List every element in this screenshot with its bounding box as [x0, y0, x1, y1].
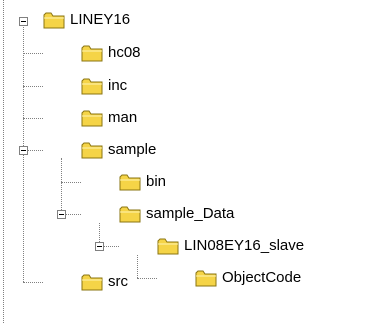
folder-tree: LINEY16 hc08 inc man sample bin sample_D…: [0, 0, 367, 323]
tree-node-label[interactable]: man: [108, 109, 137, 127]
collapse-toggle-sample-data[interactable]: [57, 210, 66, 219]
folder-icon: [195, 270, 217, 287]
tree-connector-line: [66, 214, 81, 215]
tree-node-label[interactable]: LINEY16: [70, 11, 130, 29]
tree-connector-line: [104, 246, 119, 247]
tree-node-label[interactable]: hc08: [108, 44, 141, 62]
tree-connector-line: [23, 86, 43, 87]
folder-icon: [157, 238, 179, 255]
collapse-toggle-sample[interactable]: [19, 146, 28, 155]
folder-icon: [119, 174, 141, 191]
tree-node-label[interactable]: sample_Data: [146, 205, 234, 223]
tree-connector-line: [61, 182, 81, 183]
collapse-toggle-liney16[interactable]: [19, 17, 28, 26]
tree-connector-line: [137, 278, 157, 279]
folder-icon: [81, 78, 103, 95]
tree-connector-line: [23, 118, 43, 119]
tree-node-label[interactable]: LIN08EY16_slave: [184, 237, 304, 255]
tree-connector-line: [23, 282, 43, 283]
tree-left-border-line: [3, 0, 4, 323]
collapse-toggle-lin08ey16-slave[interactable]: [95, 242, 104, 251]
folder-icon: [119, 206, 141, 223]
tree-connector-line: [23, 53, 43, 54]
tree-node-label[interactable]: sample: [108, 141, 156, 159]
tree-node-label[interactable]: inc: [108, 77, 127, 95]
folder-icon: [81, 274, 103, 291]
tree-connector-line: [28, 150, 43, 151]
folder-icon: [43, 12, 65, 29]
folder-icon: [81, 45, 103, 62]
folder-icon: [81, 110, 103, 127]
tree-node-label[interactable]: bin: [146, 173, 166, 191]
tree-node-label[interactable]: src: [108, 273, 128, 291]
tree-connector-line: [137, 255, 138, 278]
folder-icon: [81, 142, 103, 159]
tree-node-label[interactable]: ObjectCode: [222, 269, 301, 287]
tree-connector-line: [61, 158, 62, 214]
